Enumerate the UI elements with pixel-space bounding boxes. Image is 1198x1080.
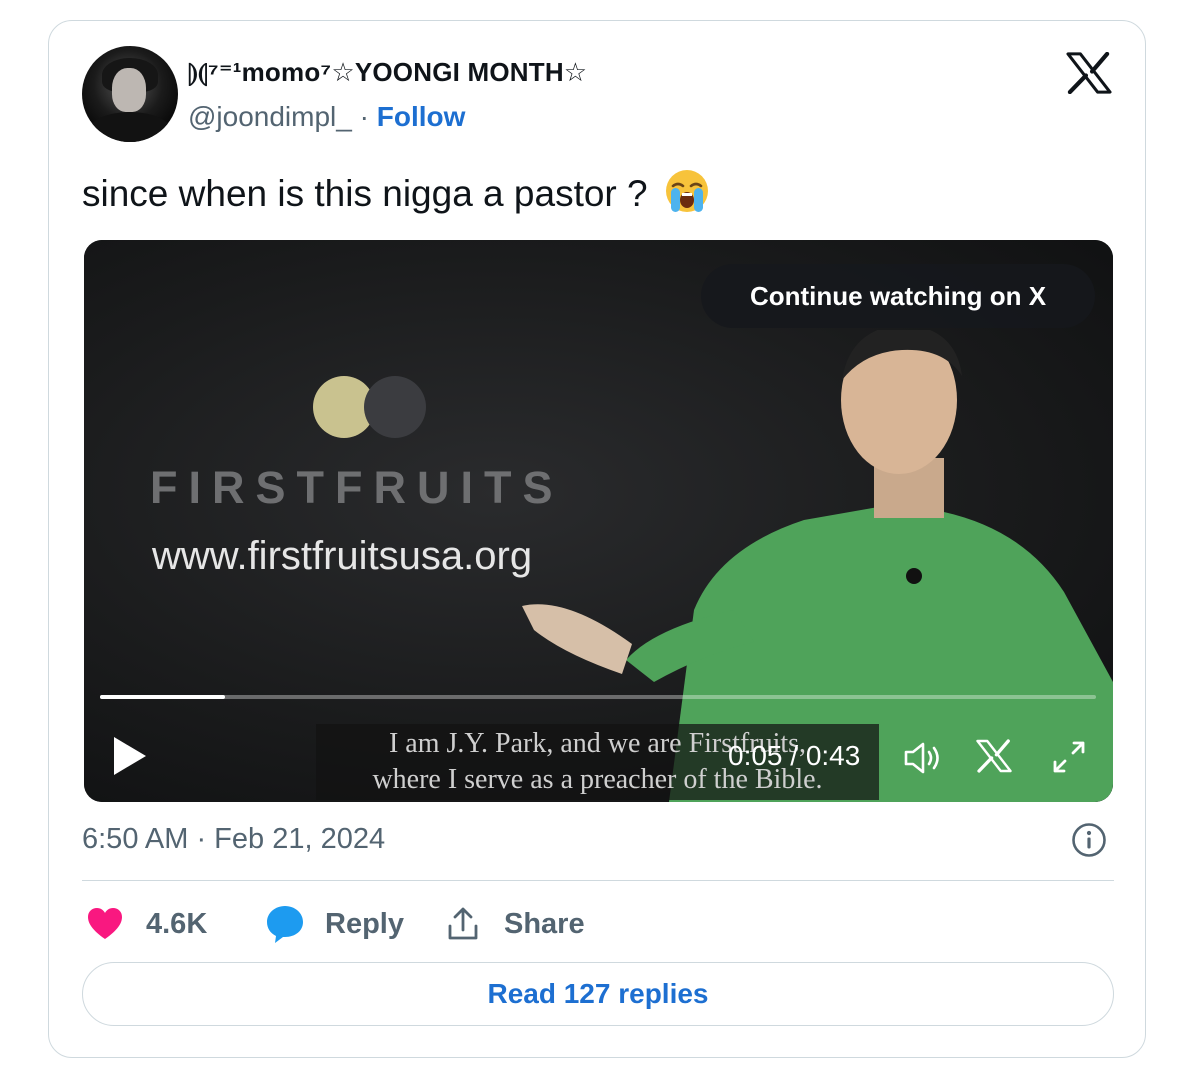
like-button[interactable]: 4.6K — [86, 902, 207, 946]
fullscreen-icon[interactable] — [1050, 738, 1088, 776]
reply-label: Reply — [325, 907, 404, 940]
video-progress-bar[interactable] — [100, 695, 1096, 699]
continue-watching-button[interactable]: Continue watching on X — [701, 264, 1095, 328]
follow-button[interactable]: Follow — [377, 101, 466, 132]
display-name[interactable]: ⦈⦇⁷⁼¹momo⁷☆YOONGI MONTH☆ — [188, 57, 587, 89]
share-label: Share — [504, 907, 585, 940]
x-logo-icon[interactable] — [976, 738, 1012, 774]
loudly-crying-face-icon — [665, 170, 708, 212]
play-icon[interactable] — [110, 734, 150, 778]
reply-bubble-icon — [267, 906, 303, 943]
video-player[interactable]: FIRSTFRUITS www.firstfruitsusa.org Conti… — [84, 240, 1113, 802]
heart-icon — [88, 908, 122, 939]
avatar[interactable] — [82, 46, 178, 142]
tweet-text-row: since when is this nigga a pastor ? — [82, 168, 710, 215]
x-logo-icon[interactable] — [1066, 52, 1112, 94]
tweet-timestamp[interactable]: 6:50 AM · Feb 21, 2024 — [82, 823, 385, 856]
tweet-text: since when is this nigga a pastor ? — [82, 173, 648, 214]
volume-icon[interactable] — [902, 740, 944, 776]
share-icon — [448, 907, 478, 940]
separator: · — [359, 101, 369, 132]
video-time: 0:05 / 0:43 — [728, 740, 861, 771]
user-handle[interactable]: @joondimpl_ — [188, 101, 352, 132]
brand-text: FIRSTFRUITS — [150, 462, 564, 513]
read-replies-button[interactable]: Read 127 replies — [82, 962, 1114, 1026]
video-progress-fill — [100, 695, 225, 699]
share-button[interactable]: Share — [446, 902, 585, 946]
like-count: 4.6K — [146, 907, 208, 940]
url-text: www.firstfruitsusa.org — [152, 534, 533, 578]
handle-row: @joondimpl_ · Follow — [188, 101, 465, 133]
reply-button[interactable]: Reply — [265, 902, 404, 946]
info-icon[interactable] — [1071, 822, 1107, 858]
firstfruits-logo-icon — [313, 376, 426, 438]
divider — [82, 880, 1114, 881]
